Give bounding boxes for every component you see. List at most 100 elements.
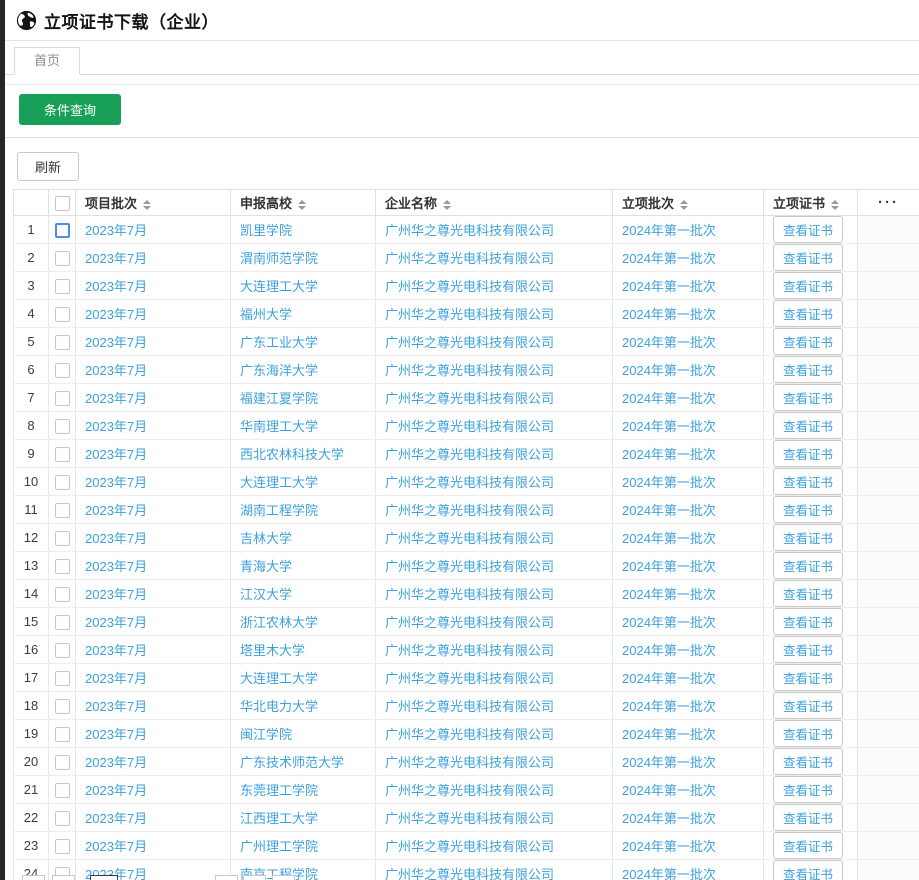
company-link[interactable]: 广州华之尊光电科技有限公司 [385, 699, 554, 714]
approval-batch-link[interactable]: 2024年第一批次 [622, 223, 716, 238]
company-link[interactable]: 广州华之尊光电科技有限公司 [385, 727, 554, 742]
project-batch-link[interactable]: 2023年7月 [85, 363, 147, 378]
row-checkbox[interactable] [55, 671, 70, 686]
university-link[interactable]: 闽江学院 [240, 727, 292, 742]
university-link[interactable]: 大连理工大学 [240, 671, 318, 686]
pagination-button-fragment[interactable] [52, 875, 75, 880]
approval-batch-link[interactable]: 2024年第一批次 [622, 755, 716, 770]
row-checkbox[interactable] [55, 251, 70, 266]
view-certificate-button[interactable]: 查看证书 [773, 328, 843, 355]
view-certificate-button[interactable]: 查看证书 [773, 384, 843, 411]
university-link[interactable]: 浙江农林大学 [240, 615, 318, 630]
university-link[interactable]: 福建江夏学院 [240, 391, 318, 406]
select-all-checkbox[interactable] [55, 196, 70, 211]
project-batch-link[interactable]: 2023年7月 [85, 335, 147, 350]
view-certificate-button[interactable]: 查看证书 [773, 300, 843, 327]
approval-batch-link[interactable]: 2024年第一批次 [622, 475, 716, 490]
view-certificate-button[interactable]: 查看证书 [773, 776, 843, 803]
university-link[interactable]: 东莞理工学院 [240, 783, 318, 798]
view-certificate-button[interactable]: 查看证书 [773, 720, 843, 747]
company-link[interactable]: 广州华之尊光电科技有限公司 [385, 503, 554, 518]
approval-batch-link[interactable]: 2024年第一批次 [622, 559, 716, 574]
pagination-button-fragment[interactable] [22, 875, 45, 880]
more-columns-button[interactable]: ··· [878, 194, 899, 211]
university-link[interactable]: 吉林大学 [240, 531, 292, 546]
view-certificate-button[interactable]: 查看证书 [773, 832, 843, 859]
row-checkbox[interactable] [55, 615, 70, 630]
company-link[interactable]: 广州华之尊光电科技有限公司 [385, 643, 554, 658]
pagination-button-fragment[interactable] [243, 875, 266, 880]
approval-batch-link[interactable]: 2024年第一批次 [622, 587, 716, 602]
view-certificate-button[interactable]: 查看证书 [773, 580, 843, 607]
project-batch-link[interactable]: 2023年7月 [85, 475, 147, 490]
row-checkbox[interactable] [55, 475, 70, 490]
project-batch-link[interactable]: 2023年7月 [85, 223, 147, 238]
project-batch-link[interactable]: 2023年7月 [85, 503, 147, 518]
project-batch-link[interactable]: 2023年7月 [85, 447, 147, 462]
row-checkbox[interactable] [55, 839, 70, 854]
row-checkbox[interactable] [55, 447, 70, 462]
company-link[interactable]: 广州华之尊光电科技有限公司 [385, 475, 554, 490]
view-certificate-button[interactable]: 查看证书 [773, 216, 843, 243]
project-batch-link[interactable]: 2023年7月 [85, 755, 147, 770]
column-header-0[interactable]: 项目批次 [76, 190, 231, 216]
university-link[interactable]: 华南理工大学 [240, 419, 318, 434]
company-link[interactable]: 广州华之尊光电科技有限公司 [385, 811, 554, 826]
approval-batch-link[interactable]: 2024年第一批次 [622, 251, 716, 266]
project-batch-link[interactable]: 2023年7月 [85, 279, 147, 294]
approval-batch-link[interactable]: 2024年第一批次 [622, 727, 716, 742]
view-certificate-button[interactable]: 查看证书 [773, 272, 843, 299]
row-checkbox[interactable] [55, 811, 70, 826]
project-batch-link[interactable]: 2023年7月 [85, 391, 147, 406]
row-checkbox[interactable] [55, 503, 70, 518]
university-link[interactable]: 江汉大学 [240, 587, 292, 602]
approval-batch-link[interactable]: 2024年第一批次 [622, 811, 716, 826]
column-header-3[interactable]: 立项批次 [613, 190, 764, 216]
company-link[interactable]: 广州华之尊光电科技有限公司 [385, 839, 554, 854]
project-batch-link[interactable]: 2023年7月 [85, 727, 147, 742]
sort-icon[interactable] [443, 200, 451, 210]
university-link[interactable]: 塔里木大学 [240, 643, 305, 658]
university-link[interactable]: 湖南工程学院 [240, 503, 318, 518]
university-link[interactable]: 大连理工大学 [240, 475, 318, 490]
company-link[interactable]: 广州华之尊光电科技有限公司 [385, 447, 554, 462]
pagination-button-fragment[interactable] [215, 875, 238, 880]
project-batch-link[interactable]: 2023年7月 [85, 559, 147, 574]
row-checkbox[interactable] [55, 559, 70, 574]
university-link[interactable]: 华北电力大学 [240, 699, 318, 714]
sort-icon[interactable] [298, 200, 306, 210]
company-link[interactable]: 广州华之尊光电科技有限公司 [385, 587, 554, 602]
approval-batch-link[interactable]: 2024年第一批次 [622, 867, 716, 880]
company-link[interactable]: 广州华之尊光电科技有限公司 [385, 531, 554, 546]
university-link[interactable]: 广东技术师范大学 [240, 755, 344, 770]
company-link[interactable]: 广州华之尊光电科技有限公司 [385, 867, 554, 880]
column-header-1[interactable]: 申报高校 [231, 190, 376, 216]
project-batch-link[interactable]: 2023年7月 [85, 307, 147, 322]
university-link[interactable]: 西北农林科技大学 [240, 447, 344, 462]
university-link[interactable]: 福州大学 [240, 307, 292, 322]
project-batch-link[interactable]: 2023年7月 [85, 671, 147, 686]
row-checkbox[interactable] [55, 391, 70, 406]
project-batch-link[interactable]: 2023年7月 [85, 615, 147, 630]
row-checkbox[interactable] [55, 335, 70, 350]
view-certificate-button[interactable]: 查看证书 [773, 608, 843, 635]
project-batch-link[interactable]: 2023年7月 [85, 643, 147, 658]
company-link[interactable]: 广州华之尊光电科技有限公司 [385, 671, 554, 686]
view-certificate-button[interactable]: 查看证书 [773, 804, 843, 831]
company-link[interactable]: 广州华之尊光电科技有限公司 [385, 391, 554, 406]
project-batch-link[interactable]: 2023年7月 [85, 419, 147, 434]
approval-batch-link[interactable]: 2024年第一批次 [622, 419, 716, 434]
row-checkbox[interactable] [55, 699, 70, 714]
condition-query-button[interactable]: 条件查询 [19, 94, 121, 125]
company-link[interactable]: 广州华之尊光电科技有限公司 [385, 223, 554, 238]
approval-batch-link[interactable]: 2024年第一批次 [622, 531, 716, 546]
project-batch-link[interactable]: 2023年7月 [85, 251, 147, 266]
company-link[interactable]: 广州华之尊光电科技有限公司 [385, 279, 554, 294]
university-link[interactable]: 凯里学院 [240, 223, 292, 238]
view-certificate-button[interactable]: 查看证书 [773, 664, 843, 691]
view-certificate-button[interactable]: 查看证书 [773, 468, 843, 495]
approval-batch-link[interactable]: 2024年第一批次 [622, 783, 716, 798]
university-link[interactable]: 渭南师范学院 [240, 251, 318, 266]
approval-batch-link[interactable]: 2024年第一批次 [622, 391, 716, 406]
company-link[interactable]: 广州华之尊光电科技有限公司 [385, 363, 554, 378]
